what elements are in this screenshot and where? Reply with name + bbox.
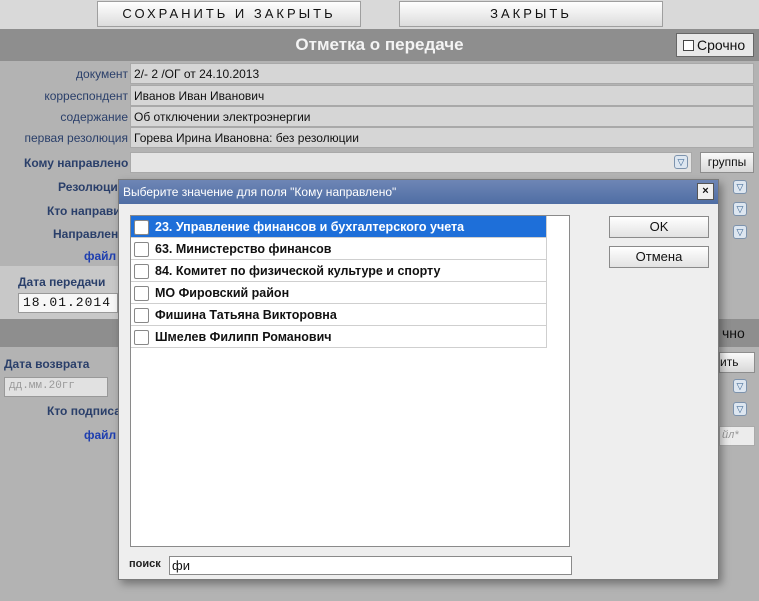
checkbox-icon[interactable]: [134, 308, 149, 323]
form-row-correspondent: корреспондент Иванов Иван Иванович: [0, 85, 759, 107]
recipient-select[interactable]: [130, 152, 692, 173]
form-row-content: содержание Об отключении электроэнергии: [0, 106, 759, 128]
file-field-partial[interactable]: йл*: [719, 426, 755, 446]
list-item-label: 23. Управление финансов и бухгалтерского…: [155, 220, 465, 234]
return-date-field[interactable]: дд.мм.20гг: [4, 377, 108, 397]
signer-label: Кто подписа: [47, 404, 121, 418]
groups-button[interactable]: группы: [700, 152, 754, 173]
list-item-label: Шмелев Филипп Романович: [155, 330, 332, 344]
checkbox-icon: [683, 40, 694, 51]
page-title: Отметка о передаче: [295, 35, 464, 54]
recipient-list[interactable]: 23. Управление финансов и бухгалтерского…: [130, 215, 570, 547]
file-label: файл: [84, 249, 117, 263]
chevron-down-icon[interactable]: ▽: [733, 225, 747, 239]
list-item-label: МО Фировский район: [155, 286, 290, 300]
correspondent-value: Иванов Иван Иванович: [130, 85, 754, 106]
toolbar: СОХРАНИТЬ И ЗАКРЫТЬ ЗАКРЫТЬ: [0, 0, 759, 29]
cancel-button[interactable]: Отмена: [609, 246, 709, 268]
save-and-close-button[interactable]: СОХРАНИТЬ И ЗАКРЫТЬ: [97, 1, 361, 27]
chevron-down-icon[interactable]: ▽: [733, 202, 747, 216]
form-row-resolution: первая резолюция Горева Ирина Ивановна: …: [0, 127, 759, 149]
search-input[interactable]: [169, 556, 572, 575]
list-item-label: Фишина Татьяна Викторовна: [155, 308, 337, 322]
checkbox-icon[interactable]: [134, 242, 149, 257]
content-label: содержание: [60, 110, 128, 124]
list-item-label: 84. Комитет по физической культуре и спо…: [155, 264, 441, 278]
transfer-date-field[interactable]: 18.01.2014: [18, 293, 118, 313]
document-label: документ: [76, 67, 128, 81]
form-row-document: документ 2/- 2 /ОГ от 24.10.2013: [0, 63, 759, 85]
chevron-down-icon[interactable]: ▽: [733, 180, 747, 194]
list-item[interactable]: 23. Управление финансов и бухгалтерского…: [131, 216, 547, 238]
urgent-label-partial: чно: [722, 325, 745, 341]
list-item-label: 63. Министерство финансов: [155, 242, 332, 256]
first-resolution-label: первая резолюция: [24, 131, 128, 145]
checkbox-icon[interactable]: [134, 330, 149, 345]
urgent-checkbox[interactable]: Срочно: [676, 33, 754, 57]
document-value: 2/- 2 /ОГ от 24.10.2013: [130, 63, 754, 84]
list-item[interactable]: МО Фировский район: [131, 282, 547, 304]
correspondent-label: корреспондент: [44, 89, 128, 103]
chevron-down-icon[interactable]: ▽: [733, 379, 747, 393]
list-item[interactable]: 63. Министерство финансов: [131, 238, 547, 260]
resolution-label: Резолюци: [58, 180, 118, 194]
dialog-title: Выберите значение для поля "Кому направл…: [119, 180, 718, 204]
list-item[interactable]: Шмелев Филипп Романович: [131, 326, 547, 348]
chevron-down-icon[interactable]: ▽: [674, 155, 688, 169]
add-button-partial[interactable]: ить: [719, 352, 755, 373]
return-date-label: Дата возврата: [4, 357, 90, 371]
close-button[interactable]: ЗАКРЫТЬ: [399, 1, 663, 27]
close-icon[interactable]: ×: [697, 183, 714, 200]
checkbox-icon[interactable]: [134, 264, 149, 279]
chevron-down-icon[interactable]: ▽: [733, 402, 747, 416]
sender-label: Кто направи: [47, 204, 121, 218]
recipient-label: Кому направлено: [24, 156, 129, 170]
select-recipient-dialog: Выберите значение для поля "Кому направл…: [118, 179, 719, 580]
direction-label: Направлен: [53, 227, 119, 241]
ok-button[interactable]: OK: [609, 216, 709, 238]
list-item[interactable]: Фишина Татьяна Викторовна: [131, 304, 547, 326]
urgent-label: Срочно: [697, 37, 746, 53]
content-value: Об отключении электроэнергии: [130, 106, 754, 127]
file-label-2: файл: [84, 428, 117, 442]
search-label: поиск: [129, 558, 161, 570]
list-item[interactable]: 84. Комитет по физической культуре и спо…: [131, 260, 547, 282]
page-header: Отметка о передаче Срочно: [0, 29, 759, 61]
checkbox-icon[interactable]: [134, 220, 149, 235]
transfer-date-label: Дата передачи: [18, 275, 106, 289]
checkbox-icon[interactable]: [134, 286, 149, 301]
first-resolution-value: Горева Ирина Ивановна: без резолюции: [130, 127, 754, 148]
